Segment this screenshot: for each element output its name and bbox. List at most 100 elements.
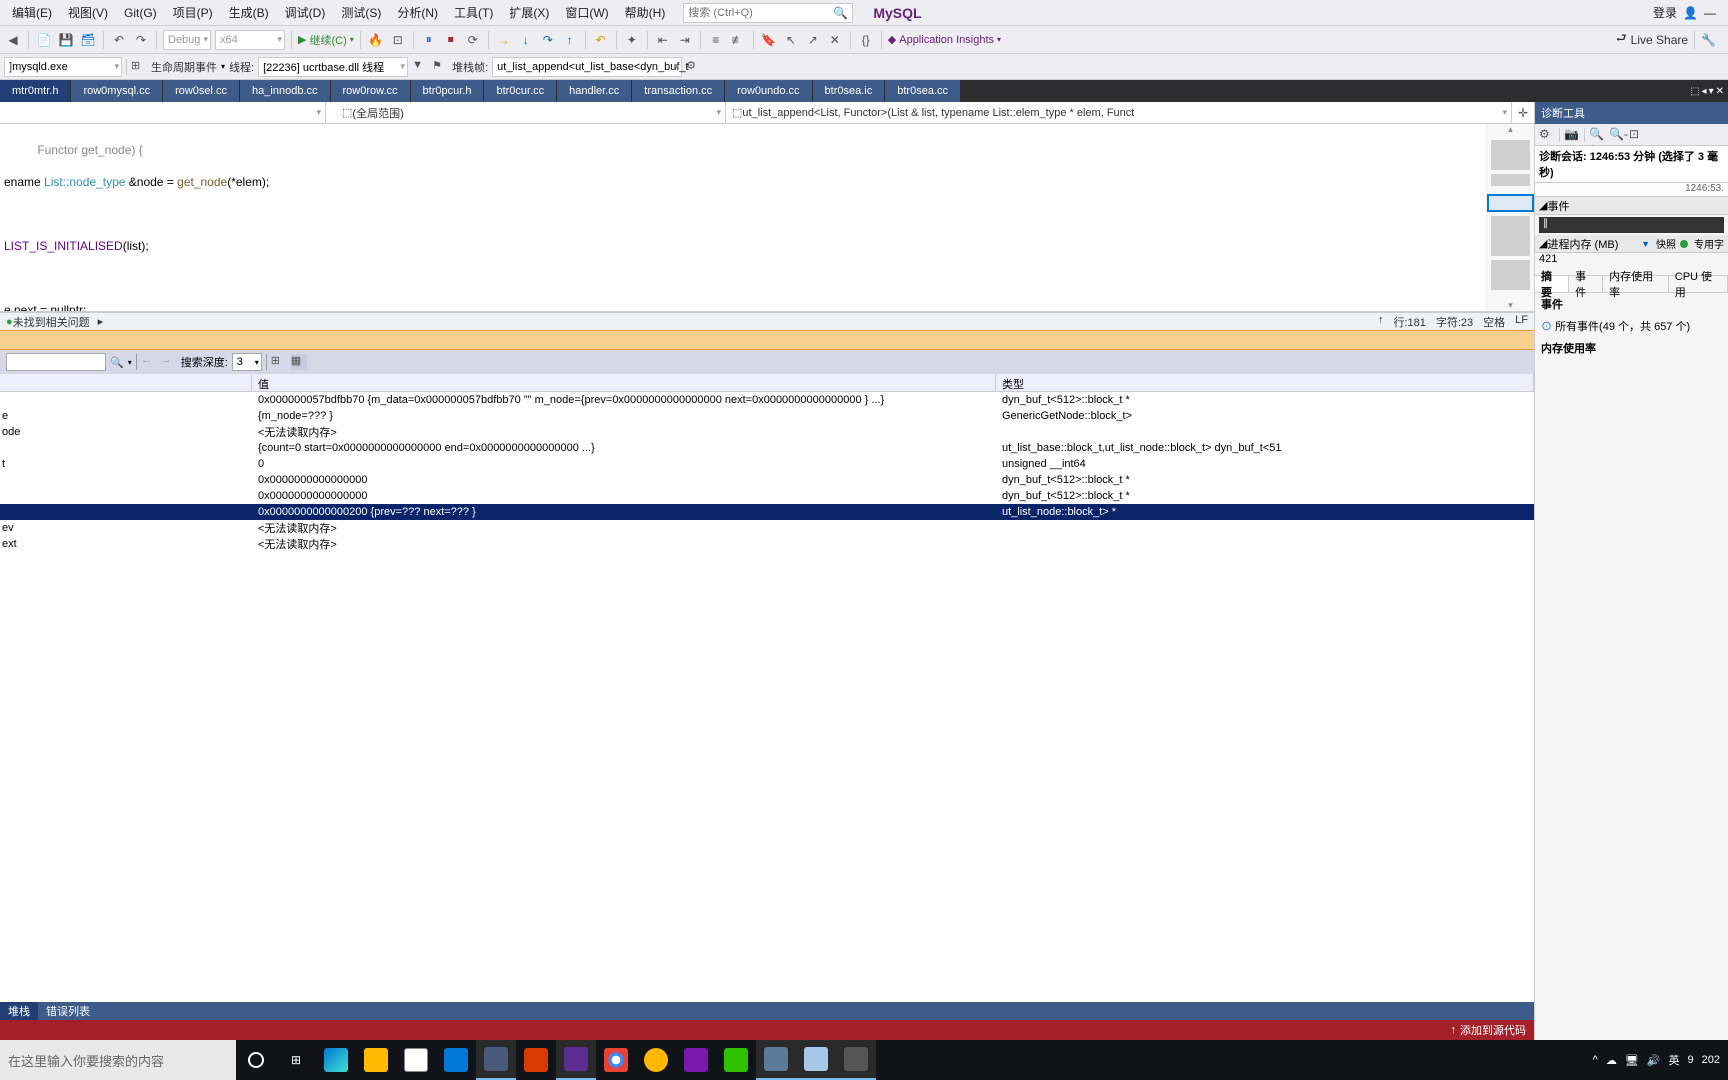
watch-row[interactable]: ev<无法读取内存> bbox=[0, 520, 1534, 536]
network-icon[interactable]: 🖥 bbox=[1625, 1054, 1639, 1067]
task-view-icon[interactable]: ⊞ bbox=[276, 1040, 316, 1080]
break-all-icon[interactable]: ⏸ bbox=[420, 31, 438, 49]
menu-extensions[interactable]: 扩展(X) bbox=[501, 0, 557, 25]
next-bookmark-icon[interactable]: ↗ bbox=[804, 31, 822, 49]
stop-icon[interactable]: ⏹ bbox=[442, 31, 460, 49]
new-file-icon[interactable]: 📄 bbox=[35, 31, 53, 49]
eol-indicator[interactable]: LF bbox=[1515, 314, 1528, 330]
tab-row0undo[interactable]: row0undo.cc bbox=[725, 80, 812, 102]
scope-combo-left[interactable] bbox=[0, 102, 326, 123]
watch-row[interactable]: 0x0000000000000000 dyn_buf_t<512>::block… bbox=[0, 488, 1534, 504]
indent-indicator[interactable]: 空格 bbox=[1483, 314, 1505, 330]
caret-up-icon[interactable]: ↑ bbox=[1378, 314, 1384, 330]
depth-combo[interactable]: 3 bbox=[232, 353, 262, 371]
watch-row[interactable]: t0unsigned __int64 bbox=[0, 456, 1534, 472]
feedback-icon[interactable]: 🔧 bbox=[1701, 33, 1716, 47]
watch-row[interactable]: ext<无法读取内存> bbox=[0, 536, 1534, 552]
clear-bookmark-icon[interactable]: ✕ bbox=[826, 31, 844, 49]
explorer-icon[interactable] bbox=[356, 1040, 396, 1080]
hot-reload-icon[interactable]: 🔥 bbox=[367, 31, 385, 49]
live-share-icon[interactable]: ⮐ bbox=[1616, 29, 1627, 50]
tab-btr0cur[interactable]: btr0cur.cc bbox=[484, 80, 557, 102]
tab-handler[interactable]: handler.cc bbox=[557, 80, 632, 102]
subtab-cpu[interactable]: CPU 使用 bbox=[1669, 276, 1728, 292]
memory-header[interactable]: ◢ 进程内存 (MB) ▼快照 专用字 bbox=[1535, 235, 1728, 253]
menu-analyze[interactable]: 分析(N) bbox=[389, 0, 446, 25]
member-combo[interactable]: ⬚ ut_list_append<List, Functor>(List & l… bbox=[726, 102, 1512, 123]
mail-icon[interactable] bbox=[436, 1040, 476, 1080]
subtab-events[interactable]: 事件 bbox=[1569, 276, 1603, 292]
watch-row[interactable]: e{m_node=??? }GenericGetNode::block_t> bbox=[0, 408, 1534, 424]
visual-studio-icon[interactable] bbox=[556, 1040, 596, 1080]
process-combo[interactable]: ] mysqld.exe bbox=[4, 57, 122, 77]
app5-icon[interactable] bbox=[836, 1040, 876, 1080]
reset-zoom-icon[interactable]: ⊡ bbox=[1629, 127, 1645, 143]
app-insights-button[interactable]: ◆Application Insights▾ bbox=[888, 33, 1001, 46]
ime-indicator[interactable]: 英 bbox=[1669, 1052, 1680, 1068]
thread-combo[interactable]: [22236] ucrtbase.dll 线程 bbox=[258, 57, 408, 77]
search-dropdown-icon[interactable]: ▾ bbox=[128, 358, 132, 367]
menu-test[interactable]: 测试(S) bbox=[333, 0, 389, 25]
tab-prev-icon[interactable]: ◂ bbox=[1702, 86, 1707, 97]
menu-help[interactable]: 帮助(H) bbox=[617, 0, 674, 25]
system-tray[interactable]: ^ ☁ 🖥 🔊 英 9 202 bbox=[1593, 1052, 1728, 1068]
watch-row[interactable]: {count=0 start=0x0000000000000000 end=0x… bbox=[0, 440, 1534, 456]
diag-timeline[interactable]: 1246:53. bbox=[1535, 183, 1728, 197]
tab-btr0sea-ic[interactable]: btr0sea.ic bbox=[813, 80, 886, 102]
nav-fwd-icon[interactable]: → bbox=[161, 354, 177, 370]
comment-icon[interactable]: ≡ bbox=[707, 31, 725, 49]
clock-date[interactable]: 202 bbox=[1702, 1054, 1720, 1066]
prev-bookmark-icon[interactable]: ↖ bbox=[782, 31, 800, 49]
menu-view[interactable]: 视图(V) bbox=[60, 0, 116, 25]
store-icon[interactable] bbox=[396, 1040, 436, 1080]
step-out-icon[interactable]: ↑ bbox=[561, 31, 579, 49]
stackframe-combo[interactable]: ut_list_append<ut_list_base<dyn_buf_t bbox=[492, 57, 682, 77]
app3-icon[interactable] bbox=[636, 1040, 676, 1080]
scroll-down-icon[interactable]: ▾ bbox=[1508, 300, 1513, 311]
edge-icon[interactable] bbox=[316, 1040, 356, 1080]
add-to-source-button[interactable]: 添加到源代码 bbox=[1460, 1022, 1526, 1038]
scroll-up-icon[interactable]: ▴ bbox=[1508, 124, 1513, 135]
tab-btr0sea-cc[interactable]: btr0sea.cc bbox=[885, 80, 961, 102]
clock-time[interactable]: 9 bbox=[1688, 1054, 1694, 1066]
onenote-icon[interactable] bbox=[676, 1040, 716, 1080]
events-header[interactable]: ◢ 事件 bbox=[1535, 197, 1728, 215]
brace-icon[interactable]: {} bbox=[857, 31, 875, 49]
scope-combo[interactable]: ⬚ (全局范围) bbox=[326, 102, 726, 123]
menu-project[interactable]: 项目(P) bbox=[165, 0, 221, 25]
back-nav-icon[interactable]: ↶ bbox=[592, 31, 610, 49]
watch-search-input[interactable] bbox=[6, 353, 106, 371]
save-icon[interactable]: 💾 bbox=[57, 31, 75, 49]
watch-row[interactable]: 0x000000057bdfbb70 {m_data=0x000000057bd… bbox=[0, 392, 1534, 408]
live-share-button[interactable]: Live Share bbox=[1631, 33, 1688, 47]
login-button[interactable]: 登录 bbox=[1653, 4, 1677, 21]
split-editor-icon[interactable]: ✛ bbox=[1512, 102, 1534, 123]
col-header-name[interactable] bbox=[0, 374, 252, 391]
screenshot-icon[interactable]: ⊡ bbox=[389, 31, 407, 49]
tab-row0sel[interactable]: row0sel.cc bbox=[163, 80, 240, 102]
back-icon[interactable]: ◀ bbox=[4, 31, 22, 49]
tab-row0row[interactable]: row0row.cc bbox=[331, 80, 411, 102]
bookmark-icon[interactable]: 🔖 bbox=[760, 31, 778, 49]
wechat-icon[interactable] bbox=[716, 1040, 756, 1080]
menu-debug[interactable]: 调试(D) bbox=[277, 0, 334, 25]
menu-window[interactable]: 窗口(W) bbox=[557, 0, 616, 25]
intellicode-icon[interactable]: ✦ bbox=[623, 31, 641, 49]
camera-icon[interactable]: 📷 bbox=[1564, 127, 1580, 143]
windows-search[interactable]: 在这里输入你要搜索的内容 bbox=[0, 1040, 236, 1080]
restart-icon[interactable]: ⟳ bbox=[464, 31, 482, 49]
indent-more-icon[interactable]: ⇥ bbox=[676, 31, 694, 49]
app1-icon[interactable] bbox=[476, 1040, 516, 1080]
events-all-link[interactable]: ⊙ 所有事件(49 个，共 657 个) bbox=[1535, 315, 1728, 337]
tab-row0mysql[interactable]: row0mysql.cc bbox=[71, 80, 163, 102]
tray-chevron-icon[interactable]: ^ bbox=[1593, 1054, 1598, 1066]
issues-indicator[interactable]: ● bbox=[6, 316, 13, 328]
nav-back-icon[interactable]: ← bbox=[141, 354, 157, 370]
config-combo[interactable]: Debug bbox=[163, 30, 211, 50]
filter-icon[interactable]: ▼ bbox=[412, 59, 428, 75]
volume-icon[interactable]: 🔊 bbox=[1647, 1054, 1661, 1067]
minimize-button[interactable]: — bbox=[1704, 6, 1716, 20]
app2-icon[interactable] bbox=[516, 1040, 556, 1080]
menu-build[interactable]: 生成(B) bbox=[221, 0, 277, 25]
step-over-icon[interactable]: ↷ bbox=[539, 31, 557, 49]
